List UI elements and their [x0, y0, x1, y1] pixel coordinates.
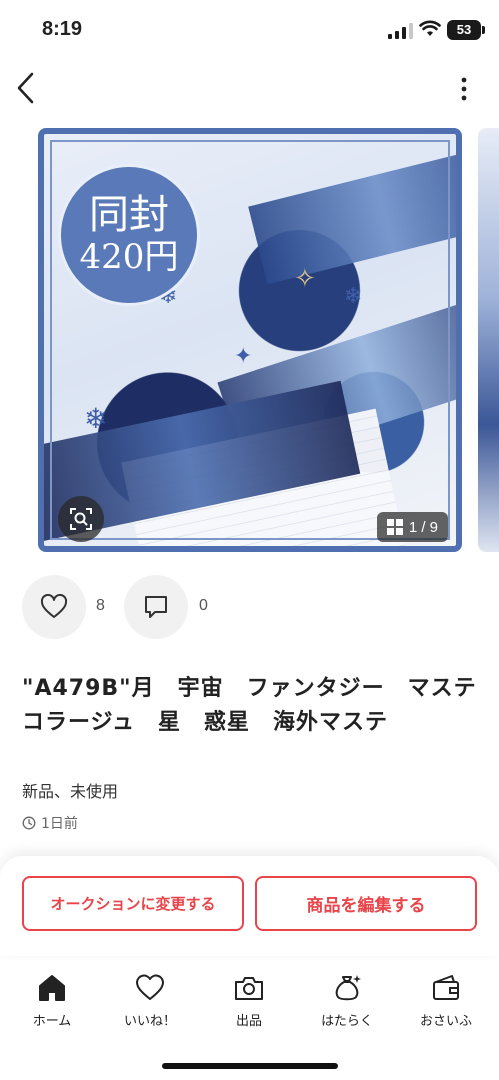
more-options-button[interactable]	[452, 75, 476, 103]
product-image[interactable]: ❄ ❄ ✦ ❄ ✧ 同封 420円 1 / 9	[38, 128, 462, 552]
comment-count: 0	[199, 597, 208, 614]
comment-icon	[145, 596, 167, 618]
status-time: 8:19	[42, 18, 83, 40]
shipping-price-badge: 同封 420円	[58, 164, 200, 306]
badge-text-line2: 420円	[79, 237, 179, 277]
money-bag-icon	[335, 975, 361, 1001]
home-indicator	[162, 1063, 338, 1069]
tab-wallet[interactable]: おさいふ	[401, 972, 491, 1032]
home-icon	[39, 975, 65, 1001]
image-counter-text: 1 / 9	[408, 518, 438, 536]
grid-icon	[386, 519, 403, 535]
wallet-icon	[433, 975, 459, 1000]
heart-icon	[40, 594, 68, 618]
tab-home[interactable]: ホーム	[7, 972, 97, 1032]
back-button[interactable]	[12, 70, 42, 106]
tab-home-label: ホーム	[32, 1014, 72, 1029]
wifi-icon	[419, 20, 441, 36]
next-image-thumbnail[interactable]	[478, 128, 499, 552]
change-to-auction-button[interactable]: オークションに変更する	[22, 876, 244, 931]
signal-icon	[388, 23, 413, 39]
image-counter: 1 / 9	[376, 512, 448, 542]
comment-button[interactable]	[124, 575, 188, 639]
tab-bar: ホーム いいね！ 出品 はたらく おさいふ	[0, 960, 499, 1080]
item-title: "A479B"月 宇宙 ファンタジー マステ コラージュ 星 惑星 海外マステ	[22, 676, 499, 735]
item-condition: 新品、未使用	[22, 782, 119, 801]
camera-icon	[235, 977, 263, 1000]
clock-icon	[22, 816, 36, 830]
tab-wallet-label: おさいふ	[419, 1014, 472, 1029]
image-search-icon	[70, 508, 92, 530]
tab-work-label: はたらく	[321, 1014, 373, 1029]
tab-likes[interactable]: いいね！	[105, 972, 195, 1032]
tab-work[interactable]: はたらく	[302, 972, 392, 1032]
edit-item-button[interactable]: 商品を編集する	[255, 876, 477, 931]
like-button[interactable]	[22, 575, 86, 639]
tab-sell-label: 出品	[235, 1014, 262, 1029]
posted-time-text: 1日前	[41, 816, 78, 832]
status-bar: 8:19 53	[0, 0, 499, 60]
tab-likes-label: いいね！	[123, 1014, 176, 1029]
image-search-button[interactable]	[58, 496, 104, 542]
heart-icon	[136, 974, 164, 1000]
battery-icon: 53	[447, 20, 485, 40]
tab-sell[interactable]: 出品	[204, 972, 294, 1032]
badge-text-line1: 同封	[89, 192, 169, 238]
posted-time: 1日前	[22, 813, 78, 833]
like-count: 8	[96, 597, 105, 614]
